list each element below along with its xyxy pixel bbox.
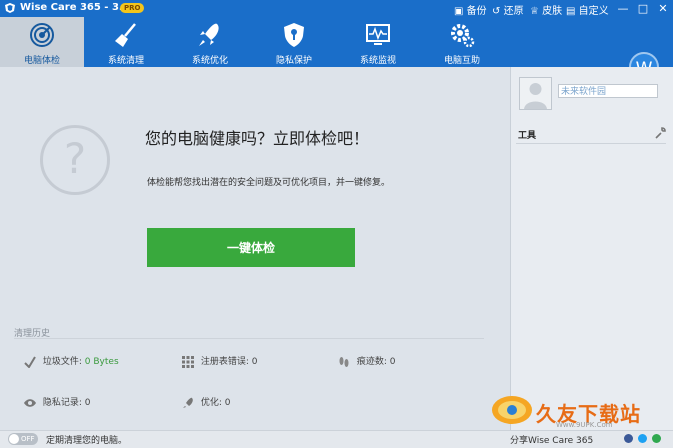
one-click-checkup-button[interactable]: 一键体检 bbox=[147, 228, 355, 267]
toggle-state: OFF bbox=[21, 435, 35, 443]
pro-badge: PRO bbox=[120, 3, 145, 13]
history-divider bbox=[14, 338, 484, 339]
privacy-records-value: 0 bbox=[84, 398, 91, 408]
radar-icon bbox=[30, 23, 54, 47]
history-traces: 痕迹数: 0 bbox=[338, 354, 396, 368]
history-registry-errors: 注册表错误: 0 bbox=[182, 354, 258, 368]
google-plus-icon[interactable] bbox=[651, 434, 661, 443]
question-icon: ? bbox=[40, 125, 110, 195]
junk-files-value: 0 Bytes bbox=[84, 357, 119, 367]
tools-heading: 工具 bbox=[518, 131, 537, 141]
restore-label: 还原 bbox=[503, 6, 524, 17]
tab-privacy-label: 隐私保护 bbox=[275, 56, 312, 66]
backup-label: 备份 bbox=[466, 6, 487, 17]
page-title: 您的电脑健康吗？立即体检吧！ bbox=[145, 129, 370, 148]
maximize-button[interactable]: □ bbox=[634, 1, 652, 16]
profile-name-field[interactable]: 未来软件园 bbox=[558, 84, 658, 98]
wrench-icon[interactable] bbox=[654, 127, 666, 139]
privacy-records-label: 隐私记录: bbox=[42, 398, 82, 408]
registry-errors-label: 注册表错误: bbox=[200, 357, 249, 367]
rocket-icon bbox=[199, 23, 219, 46]
user-silhouette-icon bbox=[520, 78, 551, 109]
broom-icon bbox=[115, 23, 136, 47]
shirt-icon: ♕ bbox=[530, 6, 539, 17]
twitter-icon[interactable] bbox=[637, 434, 647, 443]
avatar[interactable] bbox=[519, 77, 552, 110]
custom-label: 自定义 bbox=[578, 6, 609, 17]
registry-errors-value: 0 bbox=[251, 357, 258, 367]
eye-icon bbox=[24, 398, 36, 407]
monitor-icon bbox=[366, 24, 390, 45]
toggle-knob bbox=[9, 434, 19, 444]
checkup-description: 体检能帮您找出潜在的安全问题及可优化项目，并一键修复。 bbox=[147, 178, 391, 188]
tab-system-optimize-label: 系统优化 bbox=[191, 56, 228, 66]
tab-system-clean[interactable]: 系统清理 bbox=[84, 17, 168, 67]
custom-menu[interactable]: ▤ 自定义 bbox=[566, 2, 609, 17]
tools-divider bbox=[516, 143, 666, 144]
broom-icon bbox=[24, 355, 36, 368]
traces-value: 0 bbox=[389, 357, 396, 367]
skin-label: 皮肤 bbox=[542, 6, 563, 17]
sidebar bbox=[510, 67, 673, 430]
rocket-icon bbox=[183, 397, 193, 408]
share-icons bbox=[624, 434, 663, 446]
footprint-icon bbox=[339, 356, 349, 367]
history-optimize: 优化: 0 bbox=[182, 395, 231, 409]
tab-checkup-label: 电脑体检 bbox=[23, 56, 60, 66]
restore-menu[interactable]: ↺ 还原 bbox=[492, 2, 524, 17]
optimize-label: 优化: bbox=[200, 398, 222, 408]
junk-files-label: 垃圾文件: bbox=[42, 357, 82, 367]
main-nav: 电脑体检 系统清理 系统优化 隐私保护 系统监视 电脑互助 bbox=[0, 17, 673, 82]
schedule-clean-link[interactable]: 定期清理您的电脑。 bbox=[46, 433, 127, 446]
settings-icon: ▤ bbox=[566, 6, 576, 17]
watermark-url: Www.9UPK.Com bbox=[556, 421, 613, 429]
history-junk-files: 垃圾文件: 0 Bytes bbox=[24, 354, 119, 368]
shield-icon bbox=[284, 23, 304, 47]
app-logo-icon bbox=[5, 3, 15, 13]
backup-icon: ▣ bbox=[454, 6, 464, 17]
close-button[interactable]: ✕ bbox=[654, 1, 672, 16]
traces-label: 痕迹数: bbox=[356, 357, 387, 367]
tab-remote-help[interactable]: 电脑互助 bbox=[420, 17, 504, 67]
share-label: 分享Wise Care 365 bbox=[510, 436, 594, 446]
optimize-value: 0 bbox=[224, 398, 231, 408]
status-bar: OFF 定期清理您的电脑。 分享Wise Care 365 bbox=[0, 430, 673, 448]
tab-system-optimize[interactable]: 系统优化 bbox=[168, 17, 252, 67]
restore-icon: ↺ bbox=[492, 6, 501, 17]
facebook-icon[interactable] bbox=[624, 434, 633, 443]
tab-system-clean-label: 系统清理 bbox=[107, 56, 144, 66]
grid-icon bbox=[182, 355, 194, 368]
tab-monitor[interactable]: 系统监视 bbox=[336, 17, 420, 67]
backup-menu[interactable]: ▣ 备份 bbox=[454, 2, 487, 17]
schedule-toggle[interactable]: OFF bbox=[8, 433, 38, 445]
minimize-button[interactable]: — bbox=[614, 1, 632, 16]
tab-checkup[interactable]: 电脑体检 bbox=[0, 17, 84, 67]
history-privacy-records: 隐私记录: 0 bbox=[24, 395, 91, 409]
skin-menu[interactable]: ♕ 皮肤 bbox=[530, 2, 562, 17]
tab-privacy[interactable]: 隐私保护 bbox=[252, 17, 336, 67]
gear-icon bbox=[451, 24, 475, 48]
tab-remote-help-label: 电脑互助 bbox=[443, 56, 480, 66]
tab-monitor-label: 系统监视 bbox=[359, 56, 396, 66]
title-bar: Wise Care 365 - 3.4.3 PRO ▣ 备份 ↺ 还原 ♕ 皮肤… bbox=[0, 0, 673, 17]
